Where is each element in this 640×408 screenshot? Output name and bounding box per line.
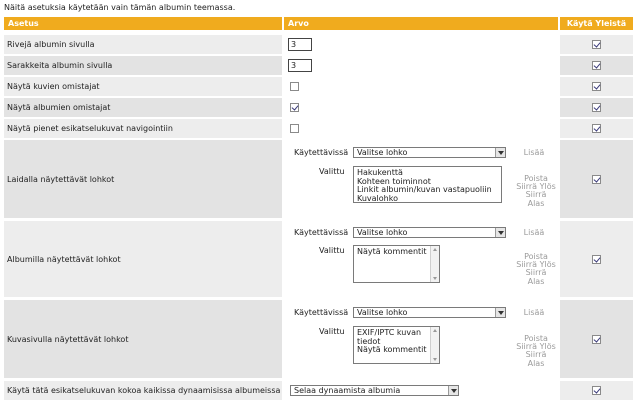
- add-button[interactable]: Lisää: [514, 148, 554, 158]
- dynamic-album-select[interactable]: Selaa dynaamista albumia: [290, 385, 459, 396]
- use-global-checkbox[interactable]: [592, 174, 601, 184]
- list-item[interactable]: Näytä kommentit: [357, 247, 436, 257]
- available-label: Käytettävissä: [294, 148, 349, 157]
- setting-label: Albumilla näytettävät lohkot: [4, 221, 282, 297]
- chevron-up-icon: [433, 329, 437, 332]
- selected-blocks-list[interactable]: EXIF/IPTC kuvan tiedot Näytä kommentit: [353, 326, 440, 364]
- setting-label: Näytä albumien omistajat: [4, 98, 282, 117]
- selected-label: Valittu: [319, 246, 345, 255]
- use-global-checkbox[interactable]: [592, 82, 601, 91]
- available-label: Käytettävissä: [294, 308, 349, 317]
- use-global-checkbox[interactable]: [592, 124, 601, 133]
- setting-label: Näytä kuvien omistajat: [4, 77, 282, 96]
- show-image-owners-checkbox[interactable]: [290, 82, 299, 91]
- cols-per-page-input[interactable]: 3: [288, 59, 312, 72]
- chevron-up-icon: [433, 248, 437, 251]
- rows-per-page-input[interactable]: 3: [288, 38, 312, 51]
- move-down-button[interactable]: Siirrä Alas: [516, 350, 556, 368]
- use-global-checkbox[interactable]: [592, 40, 601, 49]
- row-show-album-owners: Näytä albumien omistajat: [0, 98, 640, 117]
- list-item[interactable]: Kuvalohko: [357, 194, 498, 202]
- setting-label: Käytä tätä esikatselukuvan kokoa kaikiss…: [4, 381, 282, 400]
- list-item[interactable]: Näytä kommentit: [357, 345, 436, 355]
- add-button[interactable]: Lisää: [514, 228, 554, 238]
- setting-label: Kuvasivulla näytettävät lohkot: [4, 300, 282, 378]
- setting-label: Laidalla näytettävät lohkot: [4, 140, 282, 218]
- row-cols-per-page: Sarakkeita albumin sivulla 3: [0, 56, 640, 75]
- scrollbar[interactable]: [430, 246, 439, 282]
- available-blocks-select[interactable]: Valitse lohko: [353, 147, 506, 158]
- row-show-small-thumbs: Näytä pienet esikatselukuvat navigointii…: [0, 119, 640, 138]
- use-global-checkbox[interactable]: [592, 61, 601, 70]
- chevron-down-icon: [495, 228, 505, 237]
- setting-label: Sarakkeita albumin sivulla: [4, 56, 282, 75]
- setting-label: Näytä pienet esikatselukuvat navigointii…: [4, 119, 282, 138]
- selected-label: Valittu: [319, 167, 345, 176]
- header-value: Arvo: [284, 17, 558, 30]
- selected-blocks-list[interactable]: Hakukenttä Kohteen toiminnot Linkit albu…: [353, 166, 502, 203]
- header-use-global: Käytä Yleistä: [560, 17, 633, 30]
- chevron-down-icon: [448, 386, 458, 395]
- intro-text: Näitä asetuksia käytetään vain tämän alb…: [4, 3, 236, 12]
- chevron-down-icon: [433, 277, 437, 280]
- row-show-image-owners: Näytä kuvien omistajat: [0, 77, 640, 96]
- setting-label: Rivejä albumin sivulla: [4, 35, 282, 54]
- show-album-owners-checkbox[interactable]: [290, 103, 299, 112]
- row-album-blocks: Albumilla näytettävät lohkot Käytettävis…: [0, 221, 640, 297]
- add-button[interactable]: Lisää: [514, 308, 554, 318]
- header-setting: Asetus: [4, 17, 282, 30]
- row-sidebar-blocks: Laidalla näytettävät lohkot Käytettäviss…: [0, 140, 640, 218]
- move-down-button[interactable]: Siirrä Alas: [516, 190, 556, 208]
- row-dynamic-thumb: Käytä tätä esikatselukuvan kokoa kaikiss…: [0, 381, 640, 400]
- chevron-down-icon: [495, 308, 505, 317]
- show-small-thumbs-checkbox[interactable]: [290, 124, 299, 133]
- use-global-checkbox[interactable]: [592, 103, 601, 112]
- chevron-down-icon: [433, 358, 437, 361]
- use-global-checkbox[interactable]: [592, 254, 601, 264]
- chevron-down-icon: [495, 148, 505, 157]
- row-rows-per-page: Rivejä albumin sivulla 3: [0, 35, 640, 54]
- available-blocks-select[interactable]: Valitse lohko: [353, 307, 506, 318]
- list-item[interactable]: EXIF/IPTC kuvan tiedot: [357, 328, 436, 346]
- row-image-blocks: Kuvasivulla näytettävät lohkot Käytettäv…: [0, 300, 640, 378]
- available-blocks-select[interactable]: Valitse lohko: [353, 227, 506, 238]
- use-global-checkbox[interactable]: [592, 334, 601, 344]
- use-global-checkbox[interactable]: [592, 386, 601, 395]
- available-label: Käytettävissä: [294, 228, 349, 237]
- move-down-button[interactable]: Siirrä Alas: [516, 268, 556, 286]
- selected-blocks-list[interactable]: Näytä kommentit: [353, 245, 440, 283]
- scrollbar[interactable]: [430, 327, 439, 363]
- selected-label: Valittu: [319, 327, 345, 336]
